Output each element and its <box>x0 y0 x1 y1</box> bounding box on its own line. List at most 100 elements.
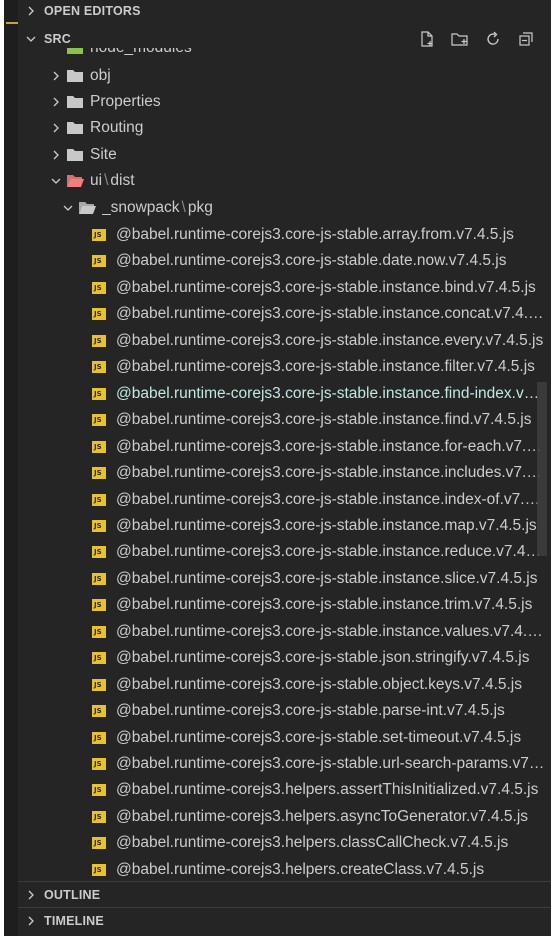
file-name: @babel.runtime-corejs3.core-js-stable.ur… <box>116 755 545 772</box>
js-badge: JS <box>92 414 106 427</box>
js-file-icon: JS <box>92 354 116 380</box>
tree-item-file[interactable]: JS @babel.runtime-corejs3.core-js-stable.… <box>18 275 545 301</box>
tree-item-obj[interactable]: obj <box>18 63 545 89</box>
js-file-icon: JS <box>92 777 116 803</box>
new-file-icon[interactable] <box>416 28 438 50</box>
file-name: @babel.runtime-corejs3.core-js-stable.in… <box>116 622 545 640</box>
file-name: @babel.runtime-corejs3.core-js-stable.in… <box>116 305 545 323</box>
file-name: @babel.runtime-corejs3.core-js-stable.in… <box>116 411 532 429</box>
js-file-icon: JS <box>92 248 116 274</box>
file-name: @babel.runtime-corejs3.helpers.asyncToGe… <box>116 807 529 825</box>
folder-icon <box>66 89 90 115</box>
tree-item-file[interactable]: JS @babel.runtime-corejs3.core-js-stable.… <box>18 381 545 407</box>
tree-item-file[interactable]: JS @babel.runtime-corejs3.helpers.assertT… <box>18 777 545 803</box>
tree-item-file[interactable]: JS @babel.runtime-corejs3.core-js-stable.… <box>18 725 545 751</box>
folder-icon <box>66 142 90 168</box>
file-name: @babel.runtime-corejs3.core-js-stable.in… <box>116 358 535 376</box>
tree-item-file[interactable]: JS @babel.runtime-corejs3.helpers.createC… <box>18 857 545 881</box>
js-file-icon: JS <box>92 725 116 751</box>
tree-item-node-modules[interactable]: node_modules <box>18 48 545 61</box>
js-badge: JS <box>92 758 106 770</box>
file-name: @babel.runtime-corejs3.core-js-stable.in… <box>116 437 545 455</box>
file-name: @babel.runtime-corejs3.core-js-stable.pa… <box>116 702 505 720</box>
js-badge: JS <box>92 387 106 400</box>
tree-item-file[interactable]: JS @babel.runtime-corejs3.core-js-stable.… <box>18 672 545 698</box>
tree-item-file[interactable]: JS @babel.runtime-corejs3.helpers.classCa… <box>18 830 545 856</box>
tree-item-file[interactable]: JS @babel.runtime-corejs3.core-js-stable.… <box>18 460 545 486</box>
tree-item-file[interactable]: JS @babel.runtime-corejs3.core-js-stable.… <box>18 248 545 274</box>
js-badge: JS <box>92 678 106 691</box>
tree-item-file[interactable]: JS @babel.runtime-corejs3.core-js-stable.… <box>18 698 545 724</box>
file-name: @babel.runtime-corejs3.core-js-stable.in… <box>116 543 545 561</box>
file-tree: node_modules obj Properties Routing Site… <box>18 48 551 881</box>
js-file-icon: JS <box>92 830 116 856</box>
js-badge: JS <box>92 652 106 665</box>
js-badge: JS <box>92 308 106 321</box>
chevron-right-icon <box>18 890 44 900</box>
tree-item-file[interactable]: JS @babel.runtime-corejs3.core-js-stable.… <box>18 328 545 354</box>
folder-icon <box>66 63 90 89</box>
section-title: OUTLINE <box>44 888 101 902</box>
file-name: @babel.runtime-corejs3.core-js-stable.ar… <box>116 226 514 243</box>
tree-item-file[interactable]: JS @babel.runtime-corejs3.core-js-stable.… <box>18 566 545 592</box>
tree-item-snowpack-pkg[interactable]: _snowpack \ pkg <box>18 195 545 221</box>
folder-segment-snowpack: _snowpack <box>102 199 180 216</box>
section-title: SRC <box>44 32 71 46</box>
tree-item-file[interactable]: JS @babel.runtime-corejs3.core-js-stable.… <box>18 751 545 777</box>
chevron-down-icon <box>58 195 78 221</box>
tree-item-file[interactable]: JS @babel.runtime-corejs3.core-js-stable.… <box>18 592 545 618</box>
folder-segment-dist: dist <box>110 172 135 189</box>
js-file-icon: JS <box>92 513 116 539</box>
file-name: @babel.runtime-corejs3.core-js-stable.in… <box>116 596 533 614</box>
js-file-icon: JS <box>92 460 116 486</box>
js-file-icon: JS <box>92 381 116 407</box>
section-timeline[interactable]: TIMELINE <box>18 908 551 934</box>
tree-item-file[interactable]: JS @babel.runtime-corejs3.core-js-stable.… <box>18 513 545 539</box>
js-badge: JS <box>92 546 106 559</box>
section-open-editors[interactable]: OPEN EDITORS <box>18 0 551 24</box>
js-badge: JS <box>92 784 106 797</box>
tree-item-file[interactable]: JS @babel.runtime-corejs3.core-js-stable.… <box>18 645 545 671</box>
js-file-icon: JS <box>92 301 116 327</box>
tree-item-file[interactable]: JS @babel.runtime-corejs3.core-js-stable.… <box>18 407 545 433</box>
chevron-right-icon <box>18 6 44 16</box>
explorer-panel: OPEN EDITORS SRC obj Properties Routing … <box>4 0 551 936</box>
js-badge: JS <box>92 705 106 718</box>
tree-item-site[interactable]: Site <box>18 142 545 168</box>
folder-icon <box>66 48 90 61</box>
js-badge: JS <box>92 625 106 638</box>
section-title: OPEN EDITORS <box>44 4 141 18</box>
js-file-icon: JS <box>92 487 116 513</box>
new-folder-icon[interactable] <box>449 28 471 50</box>
chevron-right-icon <box>46 142 66 168</box>
section-outline[interactable]: OUTLINE <box>18 882 551 908</box>
tree-item-file[interactable]: JS @babel.runtime-corejs3.helpers.asyncTo… <box>18 804 545 830</box>
js-badge: JS <box>92 572 106 585</box>
tree-item-file[interactable]: JS @babel.runtime-corejs3.core-js-stable.… <box>18 434 545 460</box>
js-badge: JS <box>92 731 106 744</box>
tree-item-properties[interactable]: Properties <box>18 89 545 115</box>
js-file-icon: JS <box>92 434 116 460</box>
js-badge: JS <box>92 229 106 241</box>
refresh-icon[interactable] <box>482 28 504 50</box>
js-file-icon: JS <box>92 539 116 565</box>
scrollbar[interactable] <box>537 382 547 556</box>
file-name: @babel.runtime-corejs3.core-js-stable.ob… <box>116 675 522 693</box>
file-name: @babel.runtime-corejs3.core-js-stable.in… <box>116 331 544 349</box>
collapse-all-icon[interactable] <box>515 28 537 50</box>
tree-item-file[interactable]: JS @babel.runtime-corejs3.core-js-stable.… <box>18 301 545 327</box>
tree-item-file[interactable]: JS @babel.runtime-corejs3.core-js-stable.… <box>18 354 545 380</box>
tree-item-ui-dist[interactable]: ui \ dist <box>18 168 545 194</box>
file-name: @babel.runtime-corejs3.core-js-stable.in… <box>116 278 536 296</box>
tree-item-file[interactable]: JS @babel.runtime-corejs3.core-js-stable.… <box>18 487 545 513</box>
file-name: @babel.runtime-corejs3.helpers.assertThi… <box>116 781 539 799</box>
file-name: @babel.runtime-corejs3.core-js-stable.in… <box>116 569 538 587</box>
tree-item-file[interactable]: JS @babel.runtime-corejs3.core-js-stable.… <box>18 619 545 645</box>
chevron-right-icon <box>18 916 44 926</box>
tree-item-file[interactable]: JS @babel.runtime-corejs3.core-js-stable.… <box>18 222 545 248</box>
js-file-icon: JS <box>92 619 116 645</box>
js-file-icon: JS <box>92 751 116 777</box>
chevron-right-icon <box>46 63 66 89</box>
tree-item-routing[interactable]: Routing <box>18 115 545 141</box>
tree-item-file[interactable]: JS @babel.runtime-corejs3.core-js-stable.… <box>18 539 545 565</box>
